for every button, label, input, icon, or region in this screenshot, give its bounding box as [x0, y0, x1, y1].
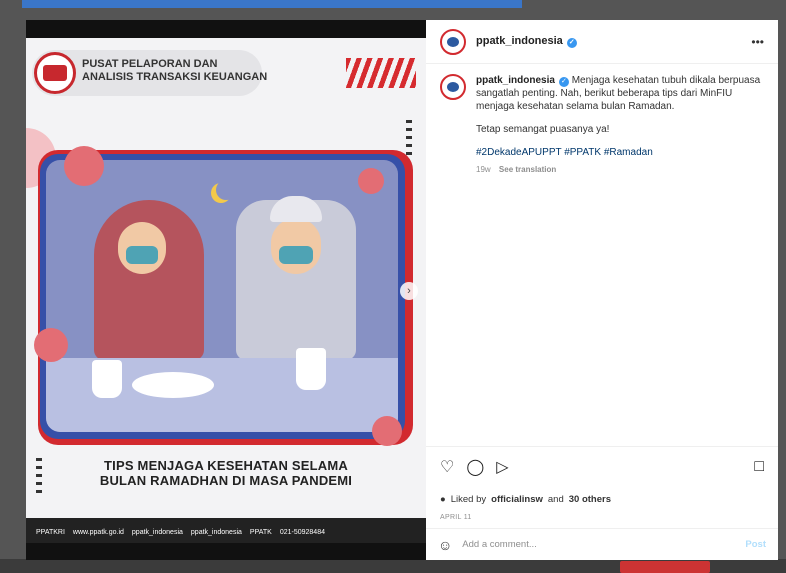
liked-by-avatar-icon: ●	[440, 494, 446, 505]
footer-facebook: PPATKRI	[36, 528, 65, 536]
caption-body: ppatk_indonesia ✓ Menjaga kesehatan tubuh…	[476, 74, 764, 176]
post-media: PUSAT PELAPORAN DAN ANALISIS TRANSAKSI K…	[26, 20, 426, 560]
caption-author[interactable]: ppatk_indonesia	[476, 75, 555, 86]
org-name: PUSAT PELAPORAN DAN ANALISIS TRANSAKSI K…	[82, 58, 268, 83]
next-image-button[interactable]: ›	[400, 282, 418, 300]
verified-badge-icon: ✓	[558, 77, 569, 87]
footer-phone: 021-50928484	[279, 528, 325, 536]
post-header: ppatk_indonesia ✓ •••	[426, 20, 778, 64]
glass-cup	[296, 348, 326, 390]
emoji-icon[interactable]: ☺	[438, 537, 452, 553]
poster-headline: TIPS MENJAGA KESEHATAN SELAMA BULAN RAMA…	[99, 458, 353, 488]
decor-stripes	[346, 58, 416, 88]
liked-by-others[interactable]: 30 others	[569, 494, 611, 505]
post-age: 19w	[476, 165, 491, 174]
liked-by-user[interactable]: officialinsw	[491, 494, 543, 505]
comment-icon[interactable]: ◯	[466, 457, 484, 477]
action-bar: ♡ ◯ ▷ □	[426, 446, 778, 486]
share-icon[interactable]: ▷	[496, 457, 508, 477]
comment-bar: ☺ Post	[426, 528, 778, 560]
face-mask	[126, 246, 158, 264]
see-translation-link[interactable]: See translation	[499, 165, 556, 174]
food-plate	[132, 372, 214, 398]
heart-icon[interactable]: ♡	[440, 457, 454, 477]
caption-hashtags[interactable]: #2DekadeAPUPPT #PPATK #Ramadan	[476, 146, 764, 159]
crescent-moon-icon	[216, 180, 236, 200]
virus-icon	[34, 328, 68, 362]
caption-line2: Tetap semangat puasanya ya!	[476, 124, 610, 135]
virus-icon	[64, 146, 104, 186]
glass-cup	[92, 360, 122, 398]
post-sidebar: ppatk_indonesia ✓ ••• ppatk_indonesia ✓ Me…	[426, 20, 778, 560]
post-caption: ppatk_indonesia ✓ Menjaga kesehatan tubuh…	[426, 64, 778, 176]
browser-top-strip	[22, 0, 522, 8]
virus-icon	[372, 416, 402, 446]
more-options-icon[interactable]: •••	[751, 35, 764, 49]
ramadan-illustration	[46, 160, 398, 432]
footer-youtube: ppatk_indonesia	[131, 528, 183, 536]
caption-meta: 19w See translation	[476, 163, 764, 176]
feed-bottom-chip	[620, 561, 710, 573]
verified-badge-icon: ✓	[566, 38, 577, 48]
account-handle[interactable]: ppatk_indonesia ✓	[476, 35, 577, 48]
footer-twitter: PPATK	[249, 528, 272, 536]
ppatk-seal-logo	[34, 52, 76, 94]
virus-icon	[358, 168, 384, 194]
avatar[interactable]	[440, 74, 466, 100]
post-modal: PUSAT PELAPORAN DAN ANALISIS TRANSAKSI K…	[26, 20, 778, 560]
footer-instagram: ppatk_indonesia	[190, 528, 242, 536]
post-comment-button[interactable]: Post	[745, 539, 766, 550]
poster-footer-bar: PPATKRI www.ppatk.go.id ppatk_indonesia …	[26, 518, 426, 543]
chevron-right-icon: ›	[407, 285, 411, 297]
post-date: APRIL 11	[440, 514, 472, 521]
footer-website: www.ppatk.go.id	[72, 528, 124, 536]
avatar[interactable]	[440, 28, 466, 55]
face-mask	[279, 246, 313, 264]
decor-dots	[406, 120, 412, 160]
comment-input[interactable]	[462, 539, 736, 550]
bookmark-icon[interactable]: □	[754, 458, 764, 476]
post-image: PUSAT PELAPORAN DAN ANALISIS TRANSAKSI K…	[26, 38, 426, 543]
likes-summary[interactable]: ● Liked by officialinsw and 30 others	[440, 494, 611, 505]
